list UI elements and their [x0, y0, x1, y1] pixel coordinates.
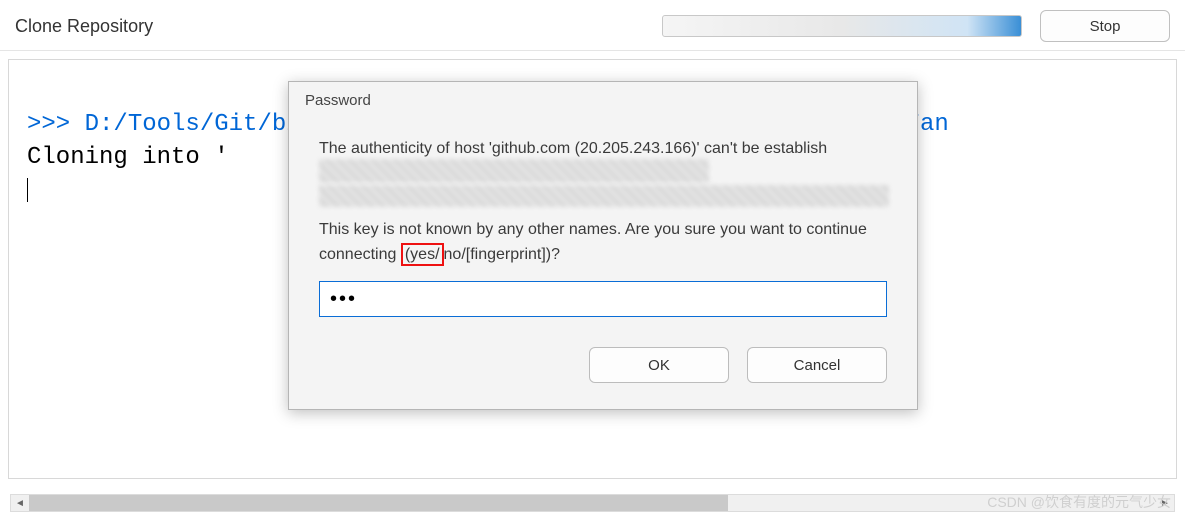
scroll-right-arrow-icon[interactable]: ► — [1156, 495, 1174, 511]
ok-button[interactable]: OK — [589, 347, 729, 383]
page-title: Clone Repository — [15, 16, 662, 37]
terminal-prompt: >>> — [27, 111, 85, 138]
dialog-message-top: The authenticity of host 'github.com (20… — [319, 137, 887, 162]
redacted-area — [319, 185, 889, 207]
scroll-thumb[interactable] — [29, 495, 728, 511]
stop-button[interactable]: Stop — [1040, 10, 1170, 42]
redacted-area — [319, 159, 709, 183]
dialog-button-row: OK Cancel — [289, 327, 917, 409]
yes-highlight: (yes/ — [401, 243, 444, 266]
dialog-message-bottom: This key is not known by any other names… — [319, 218, 887, 268]
clone-progress-bar — [662, 15, 1022, 37]
scroll-left-arrow-icon[interactable]: ◄ — [11, 495, 29, 511]
password-dialog: Password The authenticity of host 'githu… — [288, 81, 918, 410]
password-input[interactable] — [319, 281, 887, 317]
terminal-cursor — [27, 178, 28, 202]
terminal-line: Cloning into ' — [27, 144, 229, 171]
scroll-track[interactable] — [29, 495, 1156, 511]
cancel-button[interactable]: Cancel — [747, 347, 887, 383]
header-bar: Clone Repository Stop — [0, 0, 1185, 51]
horizontal-scrollbar[interactable]: ◄ ► — [10, 494, 1175, 512]
dialog-body: The authenticity of host 'github.com (20… — [289, 117, 917, 327]
dialog-title: Password — [289, 82, 917, 117]
